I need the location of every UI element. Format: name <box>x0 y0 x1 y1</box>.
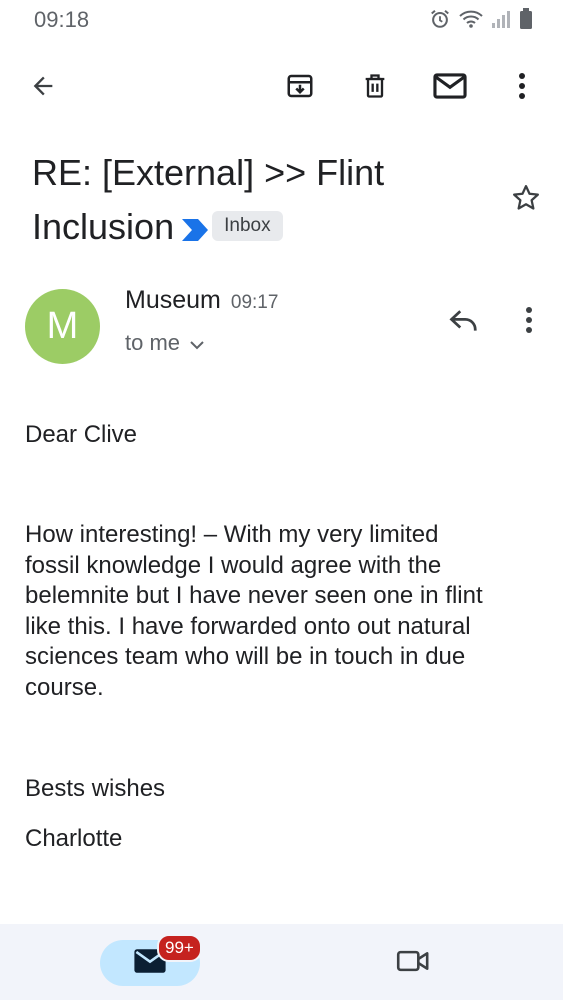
unread-count-badge: 99+ <box>157 934 202 962</box>
email-greeting: Dear Clive <box>25 421 138 448</box>
status-time: 09:18 <box>34 7 90 32</box>
video-camera-icon <box>396 948 430 979</box>
email-closing: Bests wishes <box>25 775 166 802</box>
sender-avatar[interactable]: M <box>25 289 100 364</box>
delete-icon <box>361 71 389 106</box>
battery-icon <box>519 8 533 30</box>
back-button[interactable] <box>19 60 67 116</box>
message-more-button[interactable] <box>505 298 553 346</box>
archive-button[interactable] <box>276 60 324 116</box>
importance-marker-icon[interactable] <box>182 202 209 256</box>
inbox-label-chip[interactable]: Inbox <box>212 211 283 242</box>
sender-name[interactable]: Museum <box>125 286 221 315</box>
email-paragraph: How interesting! – With my very limited … <box>25 520 545 703</box>
star-button[interactable] <box>502 176 550 224</box>
paragraph-line: fossil knowledge I would agree with the <box>25 551 442 579</box>
reply-icon <box>449 307 479 338</box>
sent-time: 09:17 <box>230 292 279 313</box>
more-vert-icon <box>525 306 533 339</box>
email-subject: RE: [External] >> Flint Inclusion Inbox <box>32 146 492 256</box>
paragraph-line: sciences team who will be in touch in du… <box>25 643 466 670</box>
back-icon <box>29 72 57 105</box>
recipient-details-toggle[interactable]: to me <box>125 330 204 356</box>
chevron-down-icon <box>190 330 204 356</box>
paragraph-line: course. <box>25 673 104 701</box>
mark-unread-icon <box>433 72 467 105</box>
email-signature: Charlotte <box>25 825 123 852</box>
more-options-button[interactable] <box>498 60 546 116</box>
status-icons <box>429 8 533 30</box>
sender-line: Museum 09:17 <box>125 286 278 315</box>
subject-line-2: Inclusion <box>32 206 175 247</box>
wifi-icon <box>459 9 483 29</box>
subject-line-1: RE: [External] >> Flint <box>32 152 385 193</box>
star-icon <box>511 183 541 218</box>
alarm-icon <box>429 8 451 30</box>
status-bar: 09:18 <box>0 0 563 40</box>
paragraph-line: like this. I have forwarded onto out nat… <box>25 612 471 640</box>
reply-button[interactable] <box>440 298 488 346</box>
meet-tab[interactable] <box>389 940 437 986</box>
top-app-bar <box>0 60 563 116</box>
bottom-navigation: 99+ <box>0 924 563 1000</box>
delete-button[interactable] <box>351 60 399 116</box>
paragraph-line: belemnite but I have never seen one in f… <box>25 582 483 609</box>
signal-icon <box>491 9 511 29</box>
paragraph-line: How interesting! – With my very limited <box>25 521 439 548</box>
recipient-label: to me <box>125 330 181 355</box>
archive-icon <box>285 71 315 106</box>
mark-unread-button[interactable] <box>426 60 474 116</box>
more-vert-icon <box>518 72 526 105</box>
